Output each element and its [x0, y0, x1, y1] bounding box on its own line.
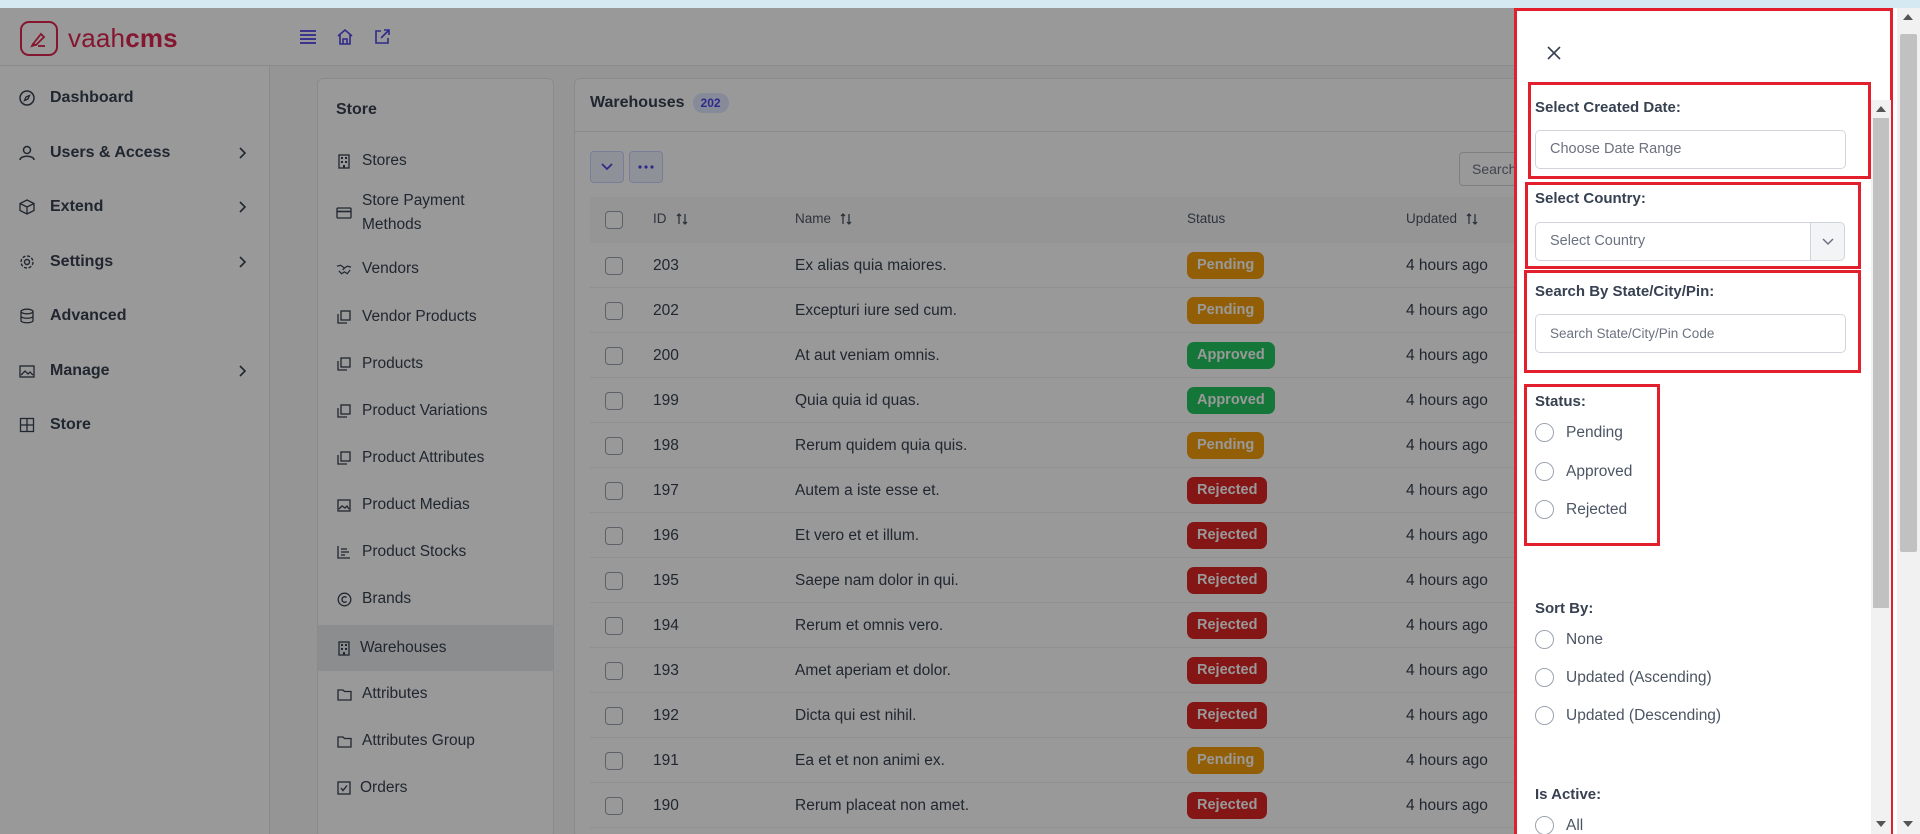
radio-label: Updated (Ascending): [1566, 668, 1712, 686]
location-label: Search By State/City/Pin:: [1535, 283, 1715, 300]
modal-overlay[interactable]: [0, 8, 1514, 834]
radio-label: Updated (Descending): [1566, 706, 1722, 724]
close-icon: [1547, 46, 1561, 60]
country-select[interactable]: Select Country: [1535, 222, 1811, 261]
page-scroll-up-arrow[interactable]: [1903, 14, 1913, 20]
sort-option-updated-desc[interactable]: Updated (Descending): [1535, 706, 1721, 725]
radio-label: Pending: [1566, 423, 1623, 441]
radio-label: Rejected: [1566, 500, 1628, 518]
is-active-label: Is Active:: [1535, 786, 1602, 803]
status-option-approved[interactable]: Approved: [1535, 462, 1632, 481]
status-option-pending[interactable]: Pending: [1535, 423, 1623, 442]
country-dropdown-button[interactable]: [1810, 222, 1845, 261]
radio-button[interactable]: [1535, 706, 1554, 725]
close-button[interactable]: [1541, 40, 1567, 66]
sort-by-label: Sort By:: [1535, 600, 1594, 617]
location-search-input[interactable]: Search State/City/Pin Code: [1535, 314, 1846, 353]
active-option-all[interactable]: All: [1535, 816, 1583, 834]
radio-label: All: [1566, 816, 1584, 834]
country-label: Select Country:: [1535, 190, 1646, 207]
radio-button[interactable]: [1535, 462, 1554, 481]
page-scrollbar-thumb[interactable]: [1900, 34, 1917, 552]
radio-button[interactable]: [1535, 500, 1554, 519]
radio-label: Approved: [1566, 462, 1633, 480]
scroll-down-arrow[interactable]: [1876, 821, 1886, 827]
radio-button[interactable]: [1535, 423, 1554, 442]
chevron-down-icon: [1821, 238, 1834, 246]
status-option-rejected[interactable]: Rejected: [1535, 500, 1627, 519]
sort-option-updated-asc[interactable]: Updated (Ascending): [1535, 668, 1712, 687]
date-range-input[interactable]: Choose Date Range: [1535, 130, 1846, 169]
radio-button[interactable]: [1535, 816, 1554, 834]
radio-label: None: [1566, 630, 1604, 648]
page-scroll-down-arrow[interactable]: [1903, 821, 1913, 827]
scroll-up-arrow[interactable]: [1876, 106, 1886, 112]
radio-button[interactable]: [1535, 668, 1554, 687]
radio-button[interactable]: [1535, 630, 1554, 649]
created-date-label: Select Created Date:: [1535, 99, 1681, 116]
sort-option-none[interactable]: None: [1535, 630, 1603, 649]
status-label: Status:: [1535, 393, 1586, 410]
drawer-scrollbar-thumb[interactable]: [1873, 118, 1889, 608]
